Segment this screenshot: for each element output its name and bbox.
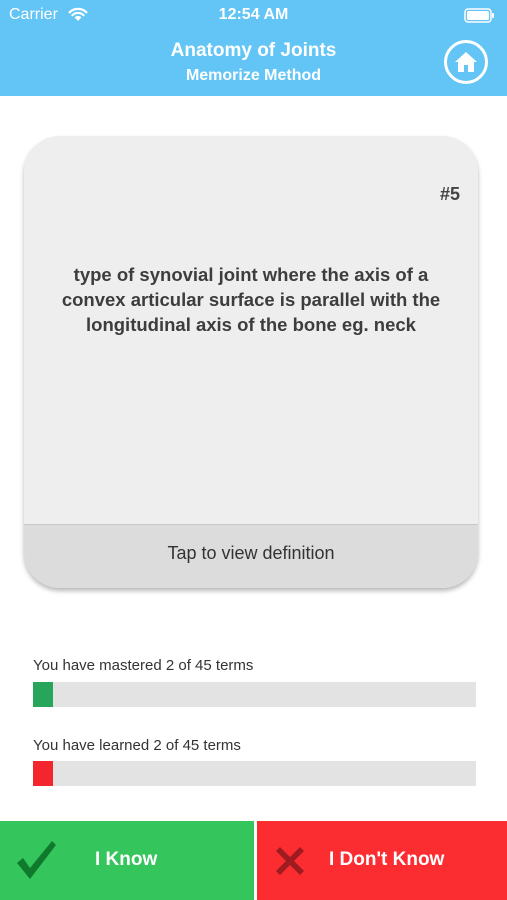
checkmark-icon <box>17 841 56 879</box>
mastered-progress-bar <box>33 682 476 707</box>
close-x-icon <box>276 847 304 875</box>
card-term: type of synovial joint where the axis of… <box>61 264 441 335</box>
learned-label: You have learned 2 of 45 terms <box>33 737 241 754</box>
card-number: #5 <box>439 184 460 204</box>
mastered-progress-fill <box>33 682 53 707</box>
i-dont-know-label: I Don't Know <box>329 849 445 870</box>
home-icon <box>455 52 477 72</box>
page-title: Anatomy of Joints <box>170 40 337 61</box>
mastered-label: You have mastered 2 of 45 terms <box>33 657 254 674</box>
learned-progress-fill <box>33 761 53 786</box>
flash-card[interactable]: #5 type of synovial joint where the axis… <box>24 136 478 588</box>
i-know-label: I Know <box>95 849 158 870</box>
page-subtitle: Memorize Method <box>185 67 322 84</box>
learned-progress-bar <box>33 761 476 786</box>
battery-icon <box>464 8 494 23</box>
i-know-button[interactable]: I Know <box>0 821 254 900</box>
view-definition-label: Tap to view definition <box>167 543 335 563</box>
status-bar: Carrier 12:54 AM <box>0 0 507 30</box>
header: Carrier 12:54 AM Anatomy of Joints Memor… <box>0 0 507 96</box>
status-time: 12:54 AM <box>218 6 289 23</box>
home-button[interactable] <box>444 40 488 84</box>
view-definition-button[interactable]: Tap to view definition <box>24 524 478 588</box>
